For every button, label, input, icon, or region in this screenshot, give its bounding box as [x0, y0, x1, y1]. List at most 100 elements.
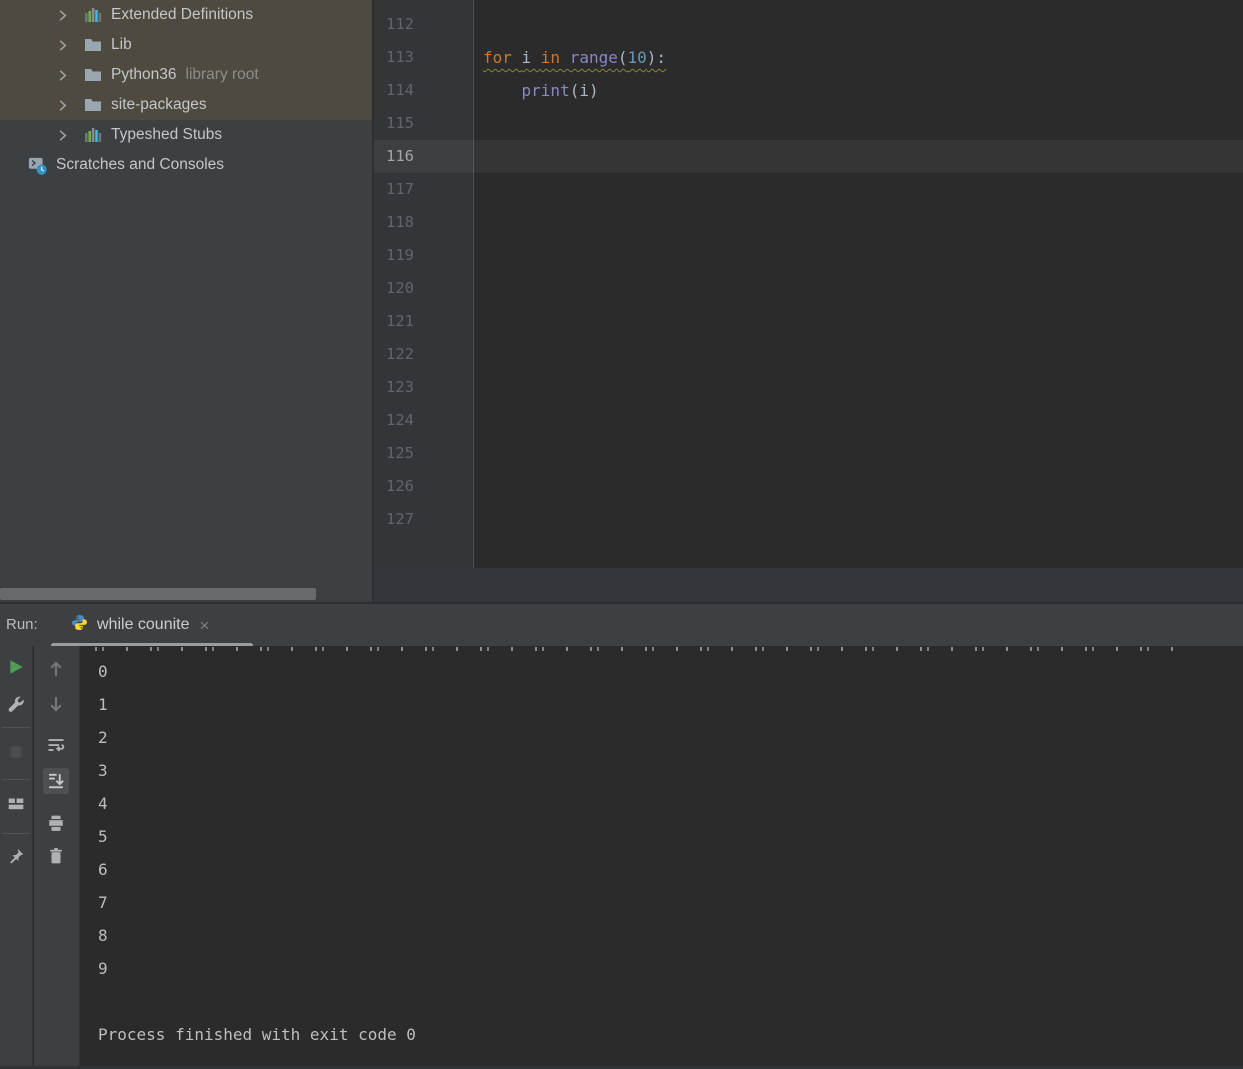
tree-item-lib[interactable]: Lib	[0, 30, 372, 60]
line-number[interactable]: 119	[374, 239, 414, 272]
editor-line-117[interactable]: 117	[374, 173, 1243, 206]
code-editor[interactable]: 112 113 for i in range(10): 114 print(i) 115…	[374, 0, 1243, 604]
line-number[interactable]: 115	[374, 107, 414, 140]
line-number[interactable]: 125	[374, 437, 414, 470]
editor-line-115[interactable]: 115	[374, 107, 1243, 140]
editor-line-119[interactable]: 119	[374, 239, 1243, 272]
pin-button[interactable]	[4, 844, 28, 868]
editor-line-125[interactable]: 125	[374, 437, 1243, 470]
python-icon	[71, 614, 88, 636]
settings-button[interactable]	[4, 693, 28, 717]
trash-icon	[47, 847, 65, 865]
print-icon	[47, 814, 65, 832]
line-number[interactable]: 116	[374, 140, 414, 173]
project-tree: Extended Definitions Lib Python36 library r…	[0, 0, 372, 180]
chevron-right-icon[interactable]	[55, 98, 70, 113]
console-line: 0	[98, 662, 108, 681]
console-line: 3	[98, 761, 108, 780]
editor-line-118[interactable]: 118	[374, 206, 1243, 239]
editor-line-123[interactable]: 123	[374, 371, 1243, 404]
tree-item-site-packages[interactable]: site-packages	[0, 90, 372, 120]
chevron-right-icon[interactable]	[55, 8, 70, 23]
soft-wrap-button[interactable]	[43, 732, 69, 758]
editor-line-112[interactable]: 112	[374, 8, 1243, 41]
console-line: 2	[98, 728, 108, 747]
line-number[interactable]: 113	[374, 41, 414, 74]
clipped-command-line	[95, 647, 1175, 651]
editor-line-116[interactable]: 116	[374, 140, 1243, 173]
layout-icon	[7, 794, 25, 812]
line-number[interactable]: 122	[374, 338, 414, 371]
rerun-icon	[7, 658, 25, 676]
scroll-down-button[interactable]	[43, 691, 69, 717]
console-lines: 0 1 2 3 4 5 6 7 8 9 Process finished with exit cod…	[98, 655, 416, 1051]
line-number[interactable]: 126	[374, 470, 414, 503]
chevron-right-icon[interactable]	[55, 38, 70, 53]
scroll-end-icon	[46, 771, 66, 791]
line-number[interactable]: 118	[374, 206, 414, 239]
editor-line-114[interactable]: 114 print(i)	[374, 74, 1243, 107]
pin-icon	[7, 847, 25, 865]
chevron-right-icon[interactable]	[55, 128, 70, 143]
editor-line-126[interactable]: 126	[374, 470, 1243, 503]
tree-item-label: Extended Definitions	[111, 6, 254, 23]
tree-item-label: Scratches and Consoles	[56, 156, 225, 173]
scroll-up-button[interactable]	[43, 656, 69, 682]
console-line: 6	[98, 860, 108, 879]
run-tab-title: while counite	[97, 616, 190, 633]
tree-item-label: site-packages	[111, 96, 207, 113]
editor-line-113[interactable]: 113 for i in range(10):	[374, 41, 1243, 74]
toolbar-separator	[2, 779, 30, 780]
library-icon	[83, 5, 103, 25]
scratches-icon	[28, 155, 48, 175]
rerun-button[interactable]	[4, 655, 28, 679]
clear-all-button[interactable]	[43, 843, 69, 869]
editor-line-127[interactable]: 127	[374, 503, 1243, 536]
console-output-area[interactable]: 0 1 2 3 4 5 6 7 8 9 Process finished with exit cod…	[80, 646, 1243, 1069]
wrench-icon	[7, 696, 25, 714]
tree-item-suffix: library root	[185, 66, 259, 83]
line-number[interactable]: 112	[374, 8, 414, 41]
scroll-to-end-button[interactable]	[43, 768, 69, 794]
stop-icon	[7, 743, 25, 761]
console-toolbar	[34, 646, 80, 1069]
line-number[interactable]: 120	[374, 272, 414, 305]
line-number[interactable]: 124	[374, 404, 414, 437]
editor-line-120[interactable]: 120	[374, 272, 1243, 305]
console-line: 8	[98, 926, 108, 945]
tree-item-label: Python36	[111, 66, 177, 83]
tree-item-label: Typeshed Stubs	[111, 126, 223, 143]
folder-icon	[83, 35, 103, 55]
folder-icon	[83, 65, 103, 85]
tree-item-python36[interactable]: Python36 library root	[0, 60, 372, 90]
chevron-right-icon[interactable]	[55, 68, 70, 83]
editor-line-122[interactable]: 122	[374, 338, 1243, 371]
run-tab[interactable]: while counite ×	[51, 604, 219, 646]
arrow-down-icon	[46, 694, 66, 714]
print-button[interactable]	[43, 810, 69, 836]
console-line: 9	[98, 959, 108, 978]
line-number[interactable]: 123	[374, 371, 414, 404]
editor-line-121[interactable]: 121	[374, 305, 1243, 338]
tree-item-extended-definitions[interactable]: Extended Definitions	[0, 0, 372, 30]
line-number[interactable]: 117	[374, 173, 414, 206]
arrow-up-icon	[46, 659, 66, 679]
restore-layout-button[interactable]	[4, 791, 28, 815]
editor-line-124[interactable]: 124	[374, 404, 1243, 437]
line-number[interactable]: 114	[374, 74, 414, 107]
editor-hscrollbar-track[interactable]	[374, 568, 1243, 604]
run-label: Run:	[6, 616, 38, 633]
tree-item-scratches-and-consoles[interactable]: Scratches and Consoles	[0, 150, 372, 180]
tree-item-typeshed-stubs[interactable]: Typeshed Stubs	[0, 120, 372, 150]
line-number[interactable]: 121	[374, 305, 414, 338]
close-icon[interactable]: ×	[200, 617, 210, 634]
library-icon	[83, 125, 103, 145]
line-number[interactable]: 127	[374, 503, 414, 536]
toolbar-separator	[2, 727, 30, 728]
console-line: 4	[98, 794, 108, 813]
project-tree-hscrollbar-thumb[interactable]	[0, 588, 316, 600]
folder-icon	[83, 95, 103, 115]
stop-button[interactable]	[4, 740, 28, 764]
console-line: 7	[98, 893, 108, 912]
console-line: Process finished with exit code 0	[98, 1025, 416, 1044]
